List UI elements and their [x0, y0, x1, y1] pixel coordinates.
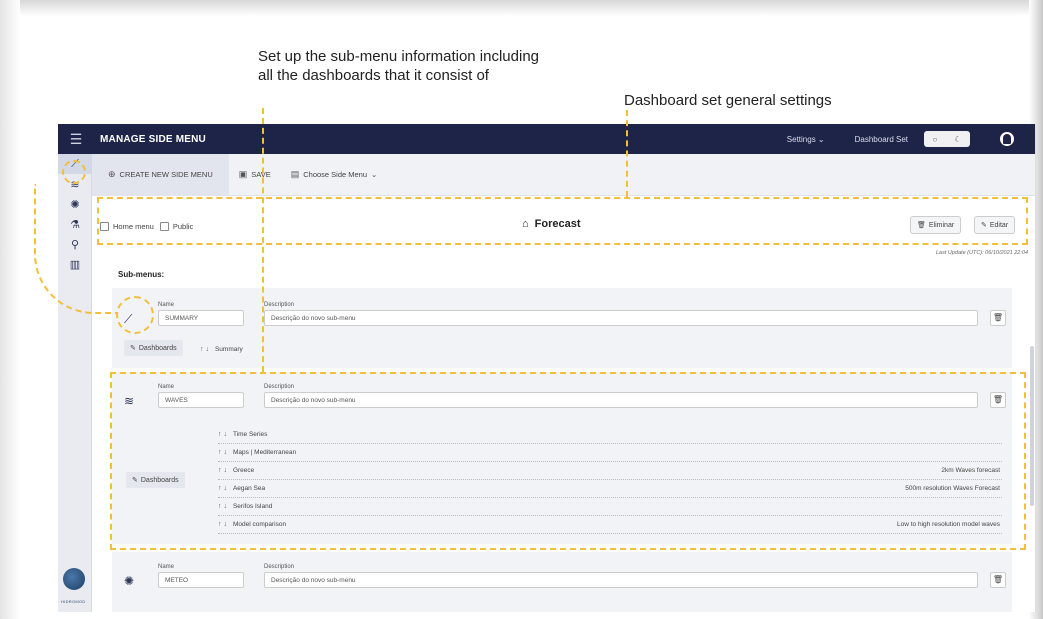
- general-settings-callout: Dashboard set general settings: [624, 92, 832, 109]
- description-field[interactable]: Descrição do novo sub-menu: [264, 572, 978, 588]
- pencil-icon: ✎: [130, 345, 136, 352]
- reorder-arrows-icon[interactable]: ↑ ↓: [200, 346, 209, 353]
- wind-icon: ✺: [124, 574, 135, 588]
- dashboard-set-link[interactable]: Dashboard Set: [855, 135, 908, 144]
- dashboards-button[interactable]: ✎ Dashboards: [124, 340, 183, 356]
- chevron-down-icon: ⌄: [371, 170, 378, 179]
- chevron-down-icon: ⌄: [817, 134, 825, 144]
- submenus-title: Sub-menus:: [118, 270, 165, 279]
- sidebar-icon-highlight: [62, 160, 86, 184]
- save-icon: ▣: [238, 169, 248, 179]
- plus-circle-icon: ⊕: [108, 169, 116, 179]
- settings-menu[interactable]: Settings ⌄: [787, 135, 825, 144]
- name-field[interactable]: METEO: [158, 572, 244, 588]
- dashboards-label: Dashboards: [138, 344, 177, 352]
- dashboard-name: Summary: [214, 345, 243, 353]
- delete-submenu-button[interactable]: 🗑: [990, 572, 1006, 588]
- avatar[interactable]: [1000, 132, 1014, 146]
- submenu-card: ✺ Name METEO Description Descrição do no…: [112, 552, 1012, 612]
- submenu-icon-highlight: [116, 296, 154, 334]
- toolbar: ⊕ CREATE NEW SIDE MENU ▣ SAVE ▤ Choose S…: [92, 153, 1035, 196]
- moon-icon: ☾: [954, 134, 962, 144]
- description-field[interactable]: Descrição do novo sub-menu: [264, 310, 978, 326]
- name-label: Name: [158, 302, 175, 308]
- icon-connector-line: [34, 184, 118, 314]
- screenshot-left-edge: [0, 0, 20, 619]
- menu-list-icon: ▤: [290, 169, 300, 179]
- last-update: Last Update (UTC): 06/10/2021 22:04: [935, 250, 1028, 256]
- trash-icon: 🗑: [992, 313, 1004, 322]
- theme-toggle[interactable]: ○ ☾: [924, 131, 970, 147]
- screenshot-top-edge: [0, 0, 1043, 16]
- name-field[interactable]: SUMMARY: [158, 310, 244, 326]
- submenu-callout-line: [262, 108, 264, 372]
- submenu-highlight: [110, 372, 1026, 550]
- submenu-card: ⟋ Name SUMMARY Description Descrição do …: [112, 288, 1012, 368]
- description-label: Description: [264, 564, 295, 570]
- scrollbar[interactable]: [1030, 346, 1034, 506]
- description-label: Description: [264, 302, 295, 308]
- save-button[interactable]: ▣ SAVE: [229, 154, 281, 196]
- save-label: SAVE: [251, 170, 271, 179]
- page-title: MANAGE SIDE MENU: [100, 133, 206, 145]
- logo-icon: [63, 568, 85, 590]
- choose-label: Choose Side Menu: [303, 170, 368, 179]
- top-bar: ☰ MANAGE SIDE MENU Settings ⌄ Dashboard …: [58, 124, 1035, 154]
- create-label: CREATE NEW SIDE MENU: [119, 170, 213, 179]
- logo-text: HIDROMOD: [61, 599, 86, 604]
- list-item[interactable]: ↑ ↓ Summary: [200, 340, 350, 358]
- sun-icon: ○: [932, 134, 938, 144]
- delete-submenu-button[interactable]: 🗑: [990, 310, 1006, 326]
- general-callout-line: [626, 110, 628, 197]
- trash-icon: 🗑: [992, 575, 1004, 584]
- hamburger-icon[interactable]: ☰: [58, 131, 94, 148]
- general-settings-highlight: [97, 197, 1028, 245]
- submenu-callout: Set up the sub-menu information includin…: [258, 48, 540, 84]
- name-label: Name: [158, 564, 175, 570]
- settings-label: Settings: [786, 134, 816, 144]
- choose-side-menu-dropdown[interactable]: ▤ Choose Side Menu ⌄: [281, 154, 388, 196]
